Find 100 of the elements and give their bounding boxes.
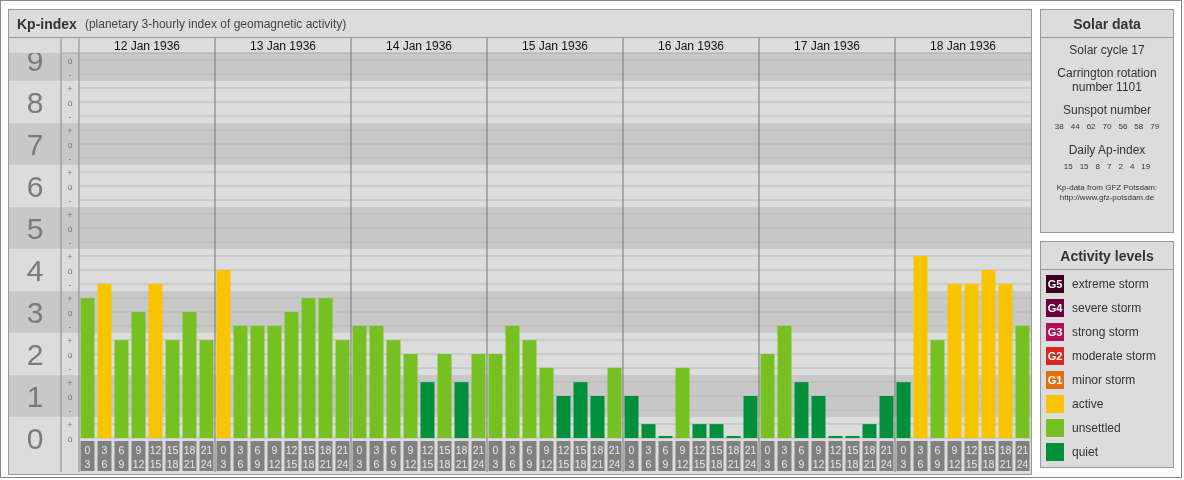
minor-tick-label: o (67, 349, 73, 360)
minor-tick-label: - (68, 237, 72, 248)
hour-range-label: 6 9 (114, 441, 129, 471)
hour-range-label: 3 6 (97, 441, 112, 471)
x-tick-label: 3 6 (509, 444, 516, 470)
hour-range-label: 9 12 (131, 441, 146, 471)
x-tick-label: 3 6 (237, 444, 244, 470)
source-link[interactable]: http://www.gfz-potsdam.de (1059, 193, 1155, 203)
hour-range-label: 15 18 (981, 441, 996, 471)
minor-tick-label: - (68, 69, 72, 80)
level-swatch: G1 (1046, 371, 1064, 389)
source-text: Kp-data from GFZ Potsdam: (1056, 183, 1158, 193)
hour-range-label: 21 24 (1015, 441, 1030, 471)
hour-range-label: 3 6 (777, 441, 792, 471)
hour-range-label: 6 9 (794, 441, 809, 471)
hour-range-label: 12 15 (284, 441, 299, 471)
hour-range-label: 15 18 (709, 441, 724, 471)
y-axis-label: 3 (26, 296, 44, 329)
hour-range-label: 6 9 (930, 441, 945, 471)
sunspot-value: 44 (1070, 122, 1080, 131)
x-tick-label: 0 3 (84, 444, 91, 470)
sunspot-value: 58 (1134, 122, 1144, 131)
minor-tick-label: + (67, 419, 73, 430)
level-label: extreme storm (1072, 277, 1149, 291)
ap-value: 19 (1141, 162, 1151, 171)
minor-tick-label: - (68, 321, 72, 332)
x-tick-label: 3 6 (645, 444, 652, 470)
hour-range-label: 21 24 (471, 441, 486, 471)
minor-tick-label: o (67, 391, 73, 402)
minor-tick-label: o (67, 55, 73, 66)
panel-subtitle: (planetary 3-hourly index of geomagnetic activity) (84, 16, 347, 31)
x-tick-label: 3 6 (373, 444, 380, 470)
y-axis-label: 1 (26, 380, 44, 413)
hour-range-label: 15 18 (845, 441, 860, 471)
hour-range-label: 12 15 (828, 441, 843, 471)
x-tick-label: 0 3 (492, 444, 499, 470)
ap-value: 2 (1118, 162, 1123, 171)
minor-tick-label: + (67, 125, 73, 136)
hour-range-label: 21 24 (199, 441, 214, 471)
ap-value: 4 (1129, 162, 1135, 171)
panel-title: Solar data (1041, 10, 1173, 38)
hour-range-label: 0 3 (216, 441, 231, 471)
date-label: 13 Jan 1936 (249, 39, 317, 53)
minor-tick-label: o (67, 223, 73, 234)
level-label: severe storm (1072, 301, 1142, 315)
level-swatch: G2 (1046, 347, 1064, 365)
minor-tick-label: - (68, 195, 72, 206)
x-tick-label: 6 9 (798, 444, 805, 470)
hour-range-label: 0 3 (80, 441, 95, 471)
level-swatch: G3 (1046, 323, 1064, 341)
minor-tick-label: o (67, 97, 73, 108)
hour-range-label: 21 24 (743, 441, 758, 471)
level-swatch: G5 (1046, 275, 1064, 293)
ap-heading: Daily Ap-index (1067, 143, 1147, 157)
x-tick-label: 6 9 (934, 444, 941, 470)
hour-range-label: 6 9 (658, 441, 673, 471)
hour-range-label: 15 18 (165, 441, 180, 471)
hour-range-label: 18 21 (998, 441, 1013, 471)
date-label: 12 Jan 1936 (113, 39, 181, 53)
hour-range-label: 0 3 (352, 441, 367, 471)
hour-range-label: 3 6 (233, 441, 248, 471)
x-tick-label: 6 9 (526, 444, 533, 470)
y-axis-label: 0 (26, 422, 44, 455)
hour-range-label: 0 3 (488, 441, 503, 471)
date-label: 17 Jan 1936 (793, 39, 861, 53)
x-tick-label: 3 6 (781, 444, 788, 470)
x-tick-label: 6 9 (662, 444, 669, 470)
minor-tick-label: + (67, 167, 73, 178)
hour-range-label: 6 9 (250, 441, 265, 471)
ap-value: 15 (1079, 162, 1089, 171)
minor-tick-label: o (67, 307, 73, 318)
x-tick-label: 0 3 (220, 444, 227, 470)
hour-range-label: 18 21 (726, 441, 741, 471)
carrington-text: Carrington rotation number 1101 (1056, 66, 1158, 94)
sunspot-value: 70 (1102, 122, 1112, 131)
y-axis-label: 2 (26, 338, 44, 371)
sunspot-value: 62 (1086, 122, 1096, 131)
hour-range-label: 9 12 (811, 441, 826, 471)
hour-range-label: 18 21 (454, 441, 469, 471)
hour-range-label: 12 15 (420, 441, 435, 471)
hour-range-label: 12 15 (964, 441, 979, 471)
x-tick-label: 6 9 (390, 444, 397, 470)
minor-tick-label: - (68, 279, 72, 290)
minor-tick-label: + (67, 209, 73, 220)
level-label: strong storm (1072, 325, 1139, 339)
hour-range-label: 18 21 (318, 441, 333, 471)
hour-range-label: 21 24 (879, 441, 894, 471)
hour-range-label: 15 18 (301, 441, 316, 471)
hour-range-label: 12 15 (556, 441, 571, 471)
hour-range-label: 18 21 (862, 441, 877, 471)
hour-range-label: 3 6 (369, 441, 384, 471)
legend-label: active (1072, 397, 1104, 411)
minor-tick-label: + (67, 251, 73, 262)
minor-tick-label: - (68, 111, 72, 122)
panel-title: Kp-index (17, 15, 77, 32)
hour-range-label: 6 9 (522, 441, 537, 471)
minor-tick-label: - (68, 405, 72, 416)
x-tick-label: 0 3 (356, 444, 363, 470)
hour-range-label: 9 12 (947, 441, 962, 471)
level-swatch: G4 (1046, 299, 1064, 317)
